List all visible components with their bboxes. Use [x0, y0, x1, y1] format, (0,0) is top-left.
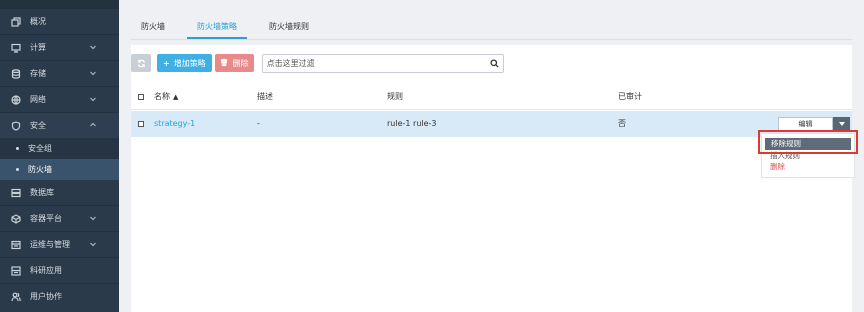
chevron-down-icon	[89, 43, 97, 51]
sidebar-item-network[interactable]: 网络	[0, 87, 119, 112]
sidebar-subitem-firewall[interactable]: 防火墙	[0, 159, 119, 180]
trash-icon: 🗑︎	[219, 59, 229, 67]
bullet-icon	[16, 168, 19, 171]
caret-down-icon	[838, 122, 845, 126]
toolbar: + 增加策略 🗑︎ 删除	[131, 53, 504, 73]
chevron-up-icon	[89, 121, 97, 129]
main-content: 防火墙 防火墙策略 防火墙规则 + 增加策略 🗑︎ 删除 名称▲	[119, 0, 864, 312]
chevron-down-icon	[89, 240, 97, 248]
sidebar-item-label: 网络	[30, 95, 46, 104]
refresh-button[interactable]	[131, 54, 151, 72]
chevron-down-icon	[89, 69, 97, 77]
delete-label: 删除	[232, 58, 249, 68]
sidebar-item-label: 存储	[30, 69, 46, 78]
tab-firewall[interactable]: 防火墙	[131, 9, 175, 39]
policy-desc: -	[257, 119, 260, 128]
ops-icon	[10, 239, 22, 251]
sidebar-item-label: 概况	[30, 17, 46, 26]
sidebar-item-security[interactable]: 安全	[0, 113, 119, 138]
shield-icon	[10, 120, 22, 132]
row-actions: 编辑	[778, 117, 850, 131]
table-row: strategy-1 - rule-1 rule-3 否 编辑	[131, 111, 852, 137]
column-header-name[interactable]: 名称 ▲	[154, 84, 178, 110]
policy-name-link[interactable]: strategy-1	[154, 111, 195, 137]
users-icon	[10, 291, 22, 303]
sidebar-top-strip	[0, 0, 119, 9]
search-icon[interactable]	[490, 58, 499, 68]
policy-audited: 否	[618, 119, 626, 128]
sidebar: 概况 计算 存储 网络 安全 安全组 防火墙 数据库 容器平台 运维与管理 科研…	[0, 0, 119, 312]
add-policy-label: 增加策略	[173, 58, 206, 68]
tabs-divider	[131, 39, 852, 40]
column-header-name-label: 名称	[154, 92, 170, 101]
select-all-checkbox[interactable]	[138, 94, 144, 100]
monitor-icon	[10, 42, 22, 54]
sidebar-subitem-label: 防火墙	[28, 165, 52, 174]
sidebar-item-label: 用户协作	[30, 292, 62, 301]
tab-bar: 防火墙 防火墙策略 防火墙规则	[131, 9, 331, 39]
column-header-desc: 描述	[257, 92, 273, 101]
sidebar-item-label: 计算	[30, 43, 46, 52]
sidebar-item-ops[interactable]: 运维与管理	[0, 232, 119, 257]
sidebar-item-storage[interactable]: 存储	[0, 61, 119, 86]
server-icon	[10, 187, 22, 199]
container-icon	[10, 213, 22, 225]
sidebar-item-label: 科研应用	[30, 266, 62, 275]
sidebar-subitem-security-group[interactable]: 安全组	[0, 138, 119, 159]
sidebar-item-research-apps[interactable]: 科研应用	[0, 258, 119, 283]
sort-asc-icon: ▲	[173, 93, 179, 101]
sidebar-item-collaboration[interactable]: 用户协作	[0, 284, 119, 309]
tab-firewall-rules[interactable]: 防火墙规则	[259, 9, 319, 39]
row-checkbox[interactable]	[138, 121, 144, 127]
refresh-icon	[137, 59, 146, 68]
content-panel: + 增加策略 🗑︎ 删除 名称▲ 描述 规则 已审计 strategy-1 - …	[131, 45, 858, 312]
sidebar-item-label: 容器平台	[30, 214, 62, 223]
table-header: 名称 ▲ 描述 规则 已审计	[131, 84, 852, 110]
tab-firewall-policy[interactable]: 防火墙策略	[187, 9, 247, 39]
chevron-down-icon	[89, 95, 97, 103]
highlight-annotation-box	[758, 130, 858, 154]
plus-icon: +	[163, 58, 170, 68]
sidebar-item-label: 安全	[30, 121, 46, 130]
policy-rules: rule-1 rule-3	[387, 119, 437, 128]
sidebar-item-database[interactable]: 数据库	[0, 180, 119, 205]
sidebar-item-compute[interactable]: 计算	[0, 35, 119, 60]
chevron-down-icon	[89, 214, 97, 222]
search-input[interactable]	[262, 54, 483, 72]
bullet-icon	[16, 147, 19, 150]
column-header-audited: 已审计	[618, 92, 642, 101]
sidebar-subitem-label: 安全组	[28, 144, 52, 153]
sidebar-item-overview[interactable]: 概况	[0, 9, 119, 34]
sidebar-item-label: 运维与管理	[30, 240, 70, 249]
search-box	[261, 53, 504, 73]
overview-icon	[10, 16, 22, 28]
menu-item-delete[interactable]: 删除	[762, 161, 854, 172]
app-icon	[10, 265, 22, 277]
globe-icon	[10, 94, 22, 106]
actions-dropdown-toggle[interactable]	[833, 117, 850, 131]
database-icon	[10, 68, 22, 80]
edit-button[interactable]: 编辑	[778, 117, 833, 131]
add-policy-button[interactable]: + 增加策略	[157, 54, 212, 72]
column-header-rules: 规则	[387, 92, 403, 101]
sidebar-item-container[interactable]: 容器平台	[0, 206, 119, 231]
sidebar-item-label: 数据库	[30, 188, 54, 197]
delete-button[interactable]: 🗑︎ 删除	[214, 54, 254, 72]
